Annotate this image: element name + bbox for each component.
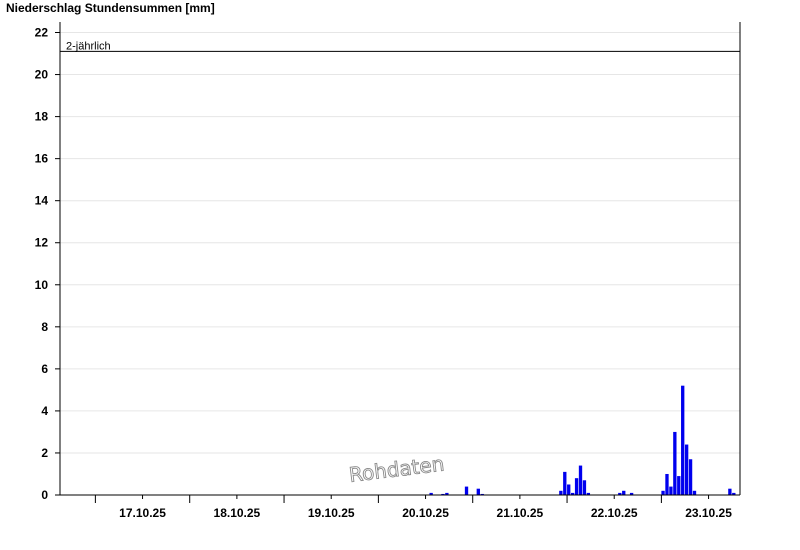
precip-bar	[684, 444, 689, 495]
precip-bar	[563, 471, 567, 495]
precip-bar	[688, 459, 693, 495]
precip-bar	[578, 465, 583, 495]
precip-bar	[476, 488, 480, 495]
y-tick-label: 8	[41, 320, 48, 334]
y-tick-label: 2	[41, 446, 48, 460]
x-tick-label: 20.10.25	[402, 506, 449, 520]
precip-bar	[665, 473, 669, 495]
x-tick-label: 19.10.25	[308, 506, 355, 520]
y-tick-label: 22	[35, 26, 49, 40]
precip-bar	[673, 431, 677, 495]
y-tick-label: 6	[41, 362, 48, 376]
y-tick-label: 20	[35, 68, 49, 82]
y-tick-label: 18	[35, 110, 49, 124]
y-tick-label: 14	[35, 194, 49, 208]
precip-bar	[728, 488, 732, 495]
y-tick-label: 4	[41, 404, 48, 418]
precip-bar	[622, 490, 626, 495]
x-tick-label: 22.10.25	[591, 506, 638, 520]
precip-bar	[567, 484, 571, 495]
watermark-text: Rohdaten	[348, 451, 446, 486]
precip-bar	[681, 385, 685, 495]
precip-bar	[464, 486, 469, 495]
x-tick-label: 18.10.25	[214, 506, 261, 520]
x-tick-label: 21.10.25	[497, 506, 544, 520]
precip-bar	[669, 486, 673, 495]
precip-bar	[559, 490, 563, 495]
precipitation-chart: 0 2 4 6 8 10 12 14 16 18 20 22 17.10.25 18.10.25 19.1…	[35, 22, 741, 520]
axes	[59, 22, 741, 496]
y-tick-label: 0	[41, 488, 48, 502]
y-tick-label: 16	[35, 152, 49, 166]
bar-series	[429, 385, 736, 495]
x-tick-label: 17.10.25	[119, 506, 166, 520]
precip-bar	[661, 490, 665, 495]
precip-bar	[582, 480, 587, 495]
x-tick-label: 23.10.25	[685, 506, 732, 520]
precip-bar	[574, 478, 579, 495]
precip-bar	[692, 490, 697, 495]
y-tick-label: 12	[35, 236, 49, 250]
x-axis-ticks: 17.10.25 18.10.25 19.10.25 20.10.25 21.10.25…	[94, 495, 732, 520]
y-axis-ticks: 0 2 4 6 8 10 12 14 16 18 20 22	[35, 26, 60, 502]
precip-bar	[677, 476, 681, 495]
y-tick-label: 10	[35, 278, 49, 292]
grid-lines	[60, 32, 740, 454]
reference-line-group: 2-jährlich	[60, 40, 740, 52]
reference-line-label: 2-jährlich	[66, 40, 111, 52]
